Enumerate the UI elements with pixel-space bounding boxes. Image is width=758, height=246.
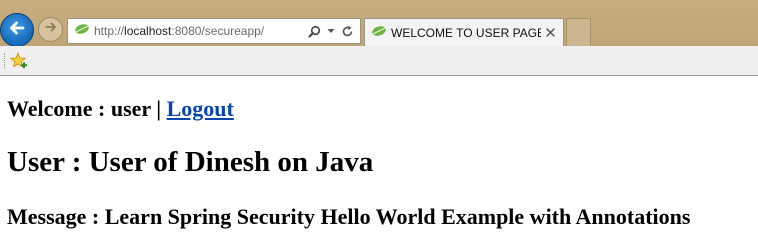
address-bar[interactable]: http://localhost:8080/secureapp/ — [67, 18, 361, 44]
refresh-icon[interactable] — [341, 25, 354, 38]
logout-link[interactable]: Logout — [167, 96, 234, 121]
spring-leaf-icon — [371, 24, 387, 42]
spring-leaf-icon — [74, 22, 90, 40]
welcome-text: Welcome : user | — [7, 96, 162, 121]
close-tab-icon[interactable] — [541, 28, 559, 37]
url-text[interactable]: http://localhost:8080/secureapp/ — [94, 24, 308, 38]
toolbar-grip — [4, 53, 7, 69]
tab-title: WELCOME TO USER PAGE ... — [391, 25, 541, 40]
add-favorites-star-icon[interactable] — [9, 51, 28, 74]
forward-button[interactable] — [38, 17, 63, 42]
favorites-bar — [0, 46, 758, 76]
new-tab-button[interactable] — [566, 18, 591, 46]
address-bar-tools — [308, 25, 360, 38]
search-icon[interactable] — [308, 25, 321, 38]
back-arrow-icon — [7, 18, 27, 43]
message-heading: Message : Learn Spring Security Hello Wo… — [7, 204, 691, 229]
tab-welcome-user-page[interactable]: WELCOME TO USER PAGE ... — [364, 18, 564, 46]
browser-toolbar: http://localhost:8080/secureapp/ WELCOME… — [0, 0, 758, 47]
forward-arrow-icon — [44, 20, 58, 39]
browser-chrome: http://localhost:8080/secureapp/ WELCOME… — [0, 0, 758, 76]
back-button[interactable] — [0, 13, 34, 47]
user-heading: User : User of Dinesh on Java — [7, 146, 374, 178]
welcome-heading: Welcome : user | Logout — [7, 96, 234, 122]
dropdown-icon[interactable] — [327, 28, 335, 34]
